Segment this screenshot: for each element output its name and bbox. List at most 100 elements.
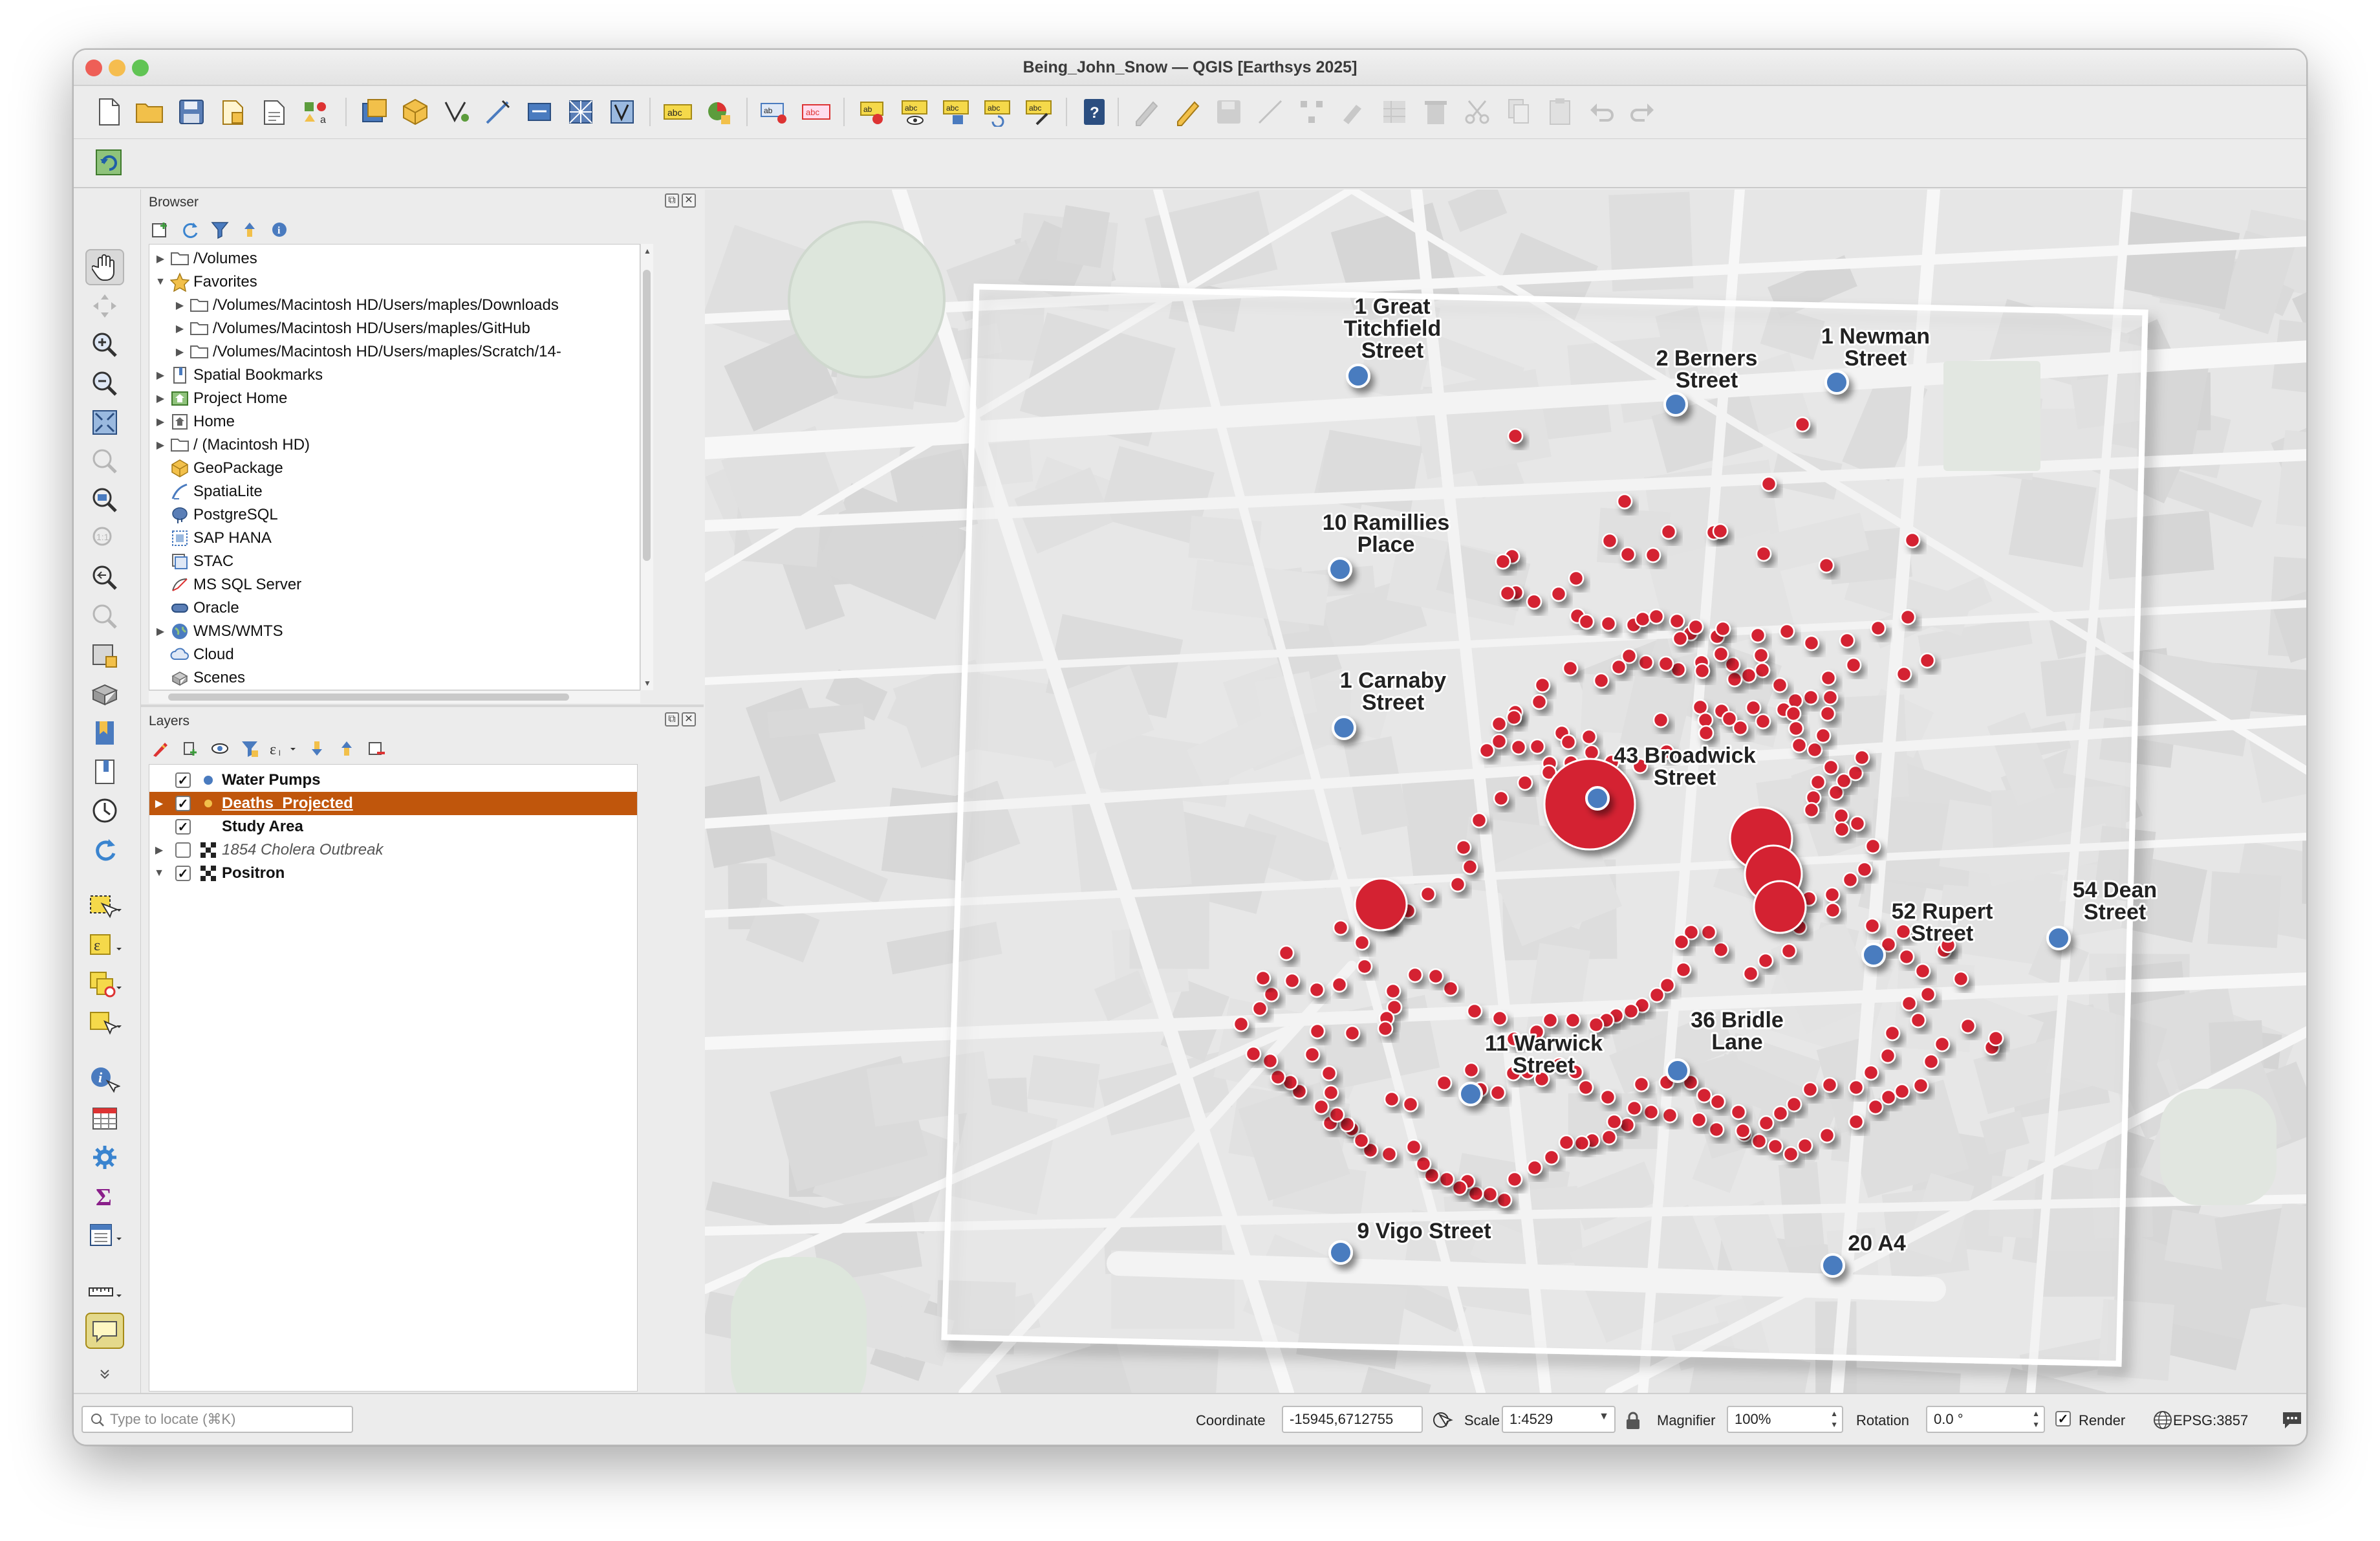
browser-item[interactable]: ▶ Project Home [149, 387, 288, 410]
zoom-out-button[interactable] [85, 366, 124, 402]
current-edits-button[interactable] [1128, 94, 1164, 130]
label-pin-button[interactable]: ab [757, 94, 793, 130]
zoom-to-layer-button[interactable] [85, 482, 124, 518]
redo-button[interactable] [1625, 94, 1661, 130]
filter-icon[interactable] [208, 218, 232, 241]
data-source-manager-button[interactable] [356, 94, 392, 130]
layer-item[interactable]: ✓ Study Area [149, 815, 637, 838]
statistical-summary-button[interactable]: Σ [85, 1178, 124, 1214]
browser-item[interactable]: ▶ /Volumes/Macintosh HD/Users/maples/Scra… [149, 340, 561, 364]
new-3d-map-view-button[interactable] [85, 676, 124, 712]
new-map-view-button[interactable] [85, 637, 124, 673]
attribute-table-button[interactable] [85, 1100, 124, 1137]
new-geopackage-layer-button[interactable] [397, 94, 433, 130]
browser-item[interactable]: GeoPackage [149, 457, 283, 480]
water-pump-marker[interactable] [1665, 1058, 1690, 1083]
layer-visibility-checkbox[interactable]: ✓ [175, 772, 191, 788]
add-feature-button[interactable] [1252, 94, 1288, 130]
browser-vertical-scrollbar[interactable]: ▲ ▼ [640, 244, 653, 690]
expand-arrow-down-icon[interactable]: ▼ [152, 868, 166, 879]
water-pump-marker[interactable] [1824, 370, 1849, 395]
digitize-line-button[interactable] [480, 94, 516, 130]
pan-map-button[interactable] [85, 249, 124, 285]
expand-arrow-right-icon[interactable]: ▶ [153, 369, 168, 382]
zoom-last-button[interactable] [85, 560, 124, 596]
locator-field[interactable]: Type to locate (⌘K) [81, 1406, 353, 1433]
browser-item[interactable]: Scenes [149, 666, 245, 690]
browser-item[interactable]: PostgreSQL [149, 503, 278, 527]
mesh-layer-button[interactable] [563, 94, 599, 130]
paste-features-button[interactable] [1542, 94, 1578, 130]
pan-to-selection-button[interactable] [85, 288, 124, 324]
delete-selected-button[interactable] [1418, 94, 1454, 130]
water-pump-marker[interactable] [1585, 786, 1610, 811]
layer-visibility-checkbox[interactable]: ✓ [175, 819, 191, 835]
save-edits-button[interactable] [1211, 94, 1247, 130]
layer-visibility-checkbox[interactable] [175, 842, 191, 858]
style-icon[interactable] [149, 737, 172, 760]
browser-item[interactable]: SAP HANA [149, 527, 272, 550]
add-layer-icon[interactable] [149, 218, 172, 241]
water-pump-marker[interactable] [1821, 1253, 1845, 1278]
browser-item[interactable]: ▶ WMS/WMTS [149, 620, 283, 643]
coordinate-field[interactable]: -15945,6712755 [1282, 1406, 1423, 1433]
map-tips-button[interactable] [85, 1313, 124, 1349]
more-tools-chevron[interactable] [85, 1364, 124, 1384]
pin-labels-button[interactable]: ab [855, 94, 891, 130]
messages-button[interactable] [2280, 1408, 2304, 1436]
layer-item[interactable]: ▶ 1854 Cholera Outbreak [149, 838, 637, 862]
layers-tree[interactable]: ✓ Water Pumps ▶ ✓ Deaths_Projected ✓ Study Are… [149, 764, 638, 1392]
select-by-location-button[interactable] [85, 1005, 124, 1041]
float-panel-button[interactable]: ⧉ [665, 193, 679, 208]
collapse-all-layers-icon[interactable] [335, 737, 358, 760]
expand-arrow-right-icon[interactable]: ▶ [173, 299, 187, 312]
style-manager-button[interactable]: a [298, 94, 334, 130]
browser-item[interactable]: ▼ Favorites [149, 270, 257, 294]
cut-features-button[interactable] [1459, 94, 1495, 130]
deselect-features-button[interactable] [85, 966, 124, 1002]
new-shapefile-layer-button[interactable] [438, 94, 475, 130]
select-features-button[interactable] [85, 888, 124, 924]
label-no-pin-button[interactable]: abc [798, 94, 834, 130]
copy-features-button[interactable] [1500, 94, 1537, 130]
browser-item[interactable]: SpatiaLite [149, 480, 263, 503]
modify-attributes-button[interactable] [1335, 94, 1371, 130]
close-panel-button[interactable]: ✕ [682, 193, 696, 208]
zoom-to-selection-button[interactable] [85, 443, 124, 479]
select-by-expression-button[interactable]: ε [85, 927, 124, 963]
float-layers-panel-button[interactable]: ⧉ [665, 712, 679, 727]
expand-all-icon[interactable] [305, 737, 329, 760]
toggle-editing-button[interactable] [1169, 94, 1206, 130]
identify-features-button[interactable]: i [85, 1062, 124, 1098]
expand-arrow-right-icon[interactable]: ▶ [153, 392, 168, 405]
close-layers-panel-button[interactable]: ✕ [682, 712, 696, 727]
diagram-button[interactable] [701, 94, 737, 130]
lock-scale-button[interactable] [1625, 1411, 1641, 1434]
browser-item[interactable]: ▶ /Volumes [149, 247, 257, 270]
layer-visibility-checkbox[interactable]: ✓ [175, 796, 191, 811]
water-pump-marker[interactable] [1663, 392, 1688, 417]
crs-button[interactable] [2152, 1410, 2173, 1434]
water-pump-marker[interactable] [1861, 943, 1886, 967]
render-checkbox[interactable]: ✓ [2055, 1411, 2071, 1426]
water-pump-marker[interactable] [1328, 557, 1352, 582]
layer-item[interactable]: ▼ ✓ Positron [149, 862, 637, 885]
zoom-native-button[interactable]: 1:1 [85, 521, 124, 557]
zoom-in-button[interactable] [85, 327, 124, 363]
browser-item[interactable]: ▶ /Volumes/Macintosh HD/Users/maples/GitH… [149, 317, 530, 340]
add-group-icon[interactable] [178, 737, 202, 760]
new-project-button[interactable] [91, 94, 127, 130]
zoom-next-button[interactable] [85, 598, 124, 635]
filter-legend-icon[interactable] [238, 737, 261, 760]
browser-hscroll-thumb[interactable] [168, 694, 569, 701]
panel-splitter[interactable] [141, 705, 704, 707]
browser-horizontal-scrollbar[interactable] [149, 690, 640, 703]
browser-item[interactable]: STAC [149, 550, 233, 573]
study-area-polygon[interactable] [941, 283, 2148, 1367]
move-label-button[interactable]: abc [938, 94, 974, 130]
new-bookmark-button[interactable] [85, 715, 124, 751]
expand-arrow-right-icon[interactable]: ▶ [153, 439, 168, 452]
expand-arrow-right-icon[interactable]: ▶ [152, 844, 166, 857]
vector-tile-button[interactable] [604, 94, 640, 130]
open-project-button[interactable] [132, 94, 168, 130]
